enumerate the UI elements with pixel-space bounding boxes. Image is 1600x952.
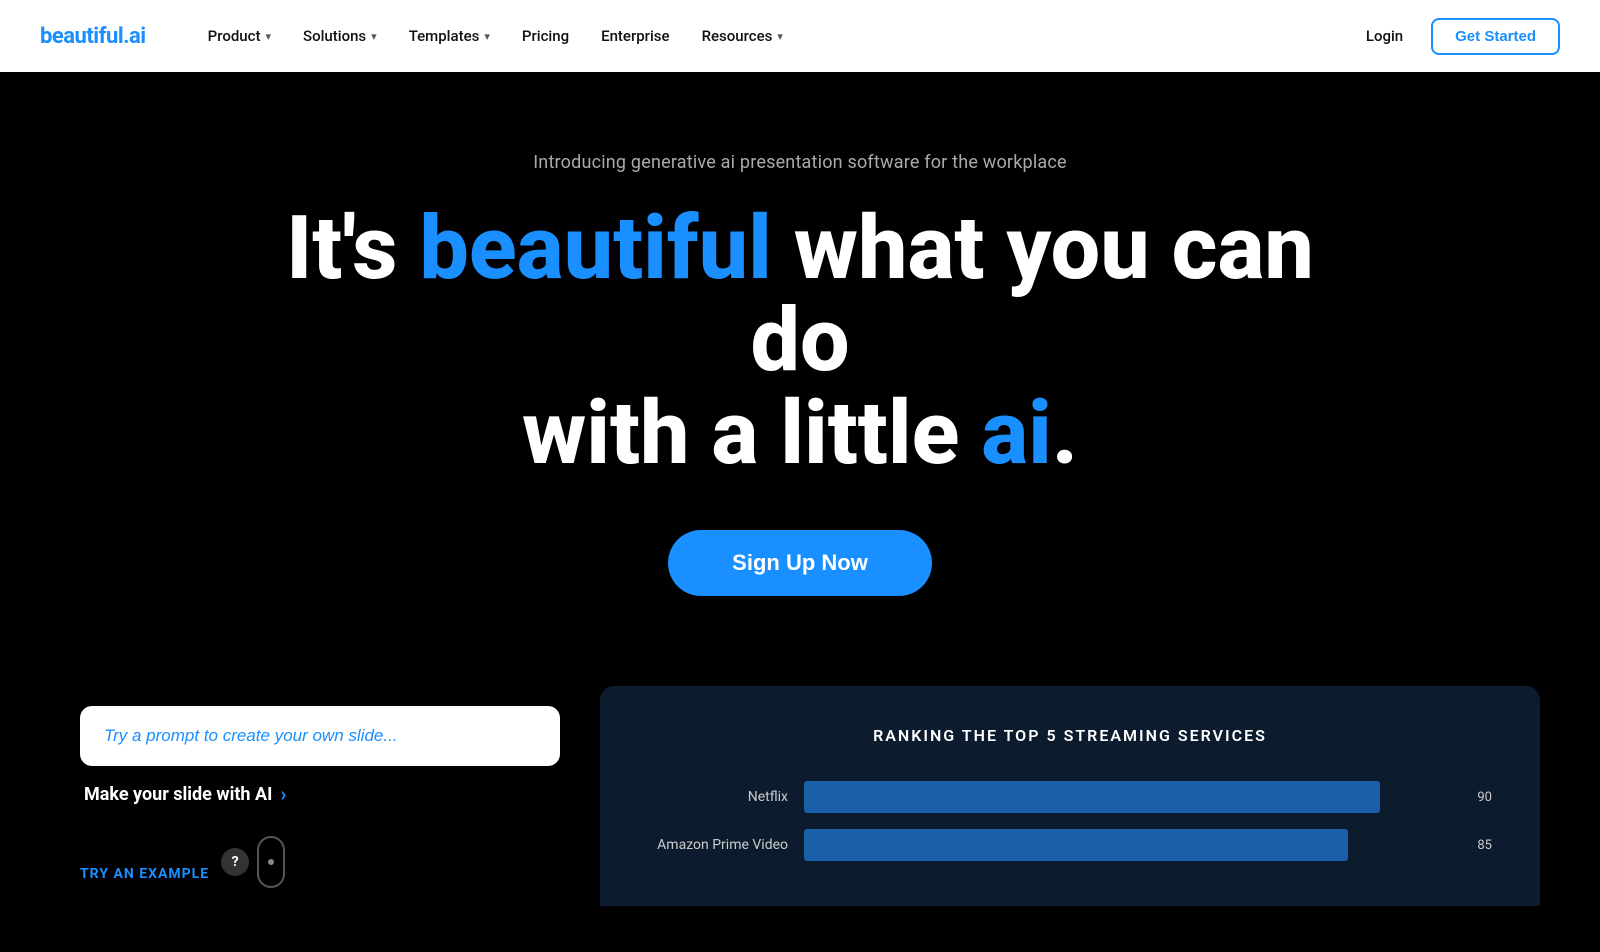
nav-solutions-label: Solutions	[303, 27, 366, 45]
make-slide-label: Make your slide with AI	[84, 784, 272, 805]
hero-title-part3: with a little	[522, 382, 981, 485]
login-button[interactable]: Login	[1350, 19, 1419, 53]
scroll-dot	[268, 859, 274, 865]
hero-title-ai: ai	[981, 382, 1052, 485]
nav-resources-label: Resources	[702, 27, 773, 45]
logo-ai: ai	[129, 24, 146, 49]
nav-item-templates[interactable]: Templates ▾	[395, 19, 504, 53]
get-started-button[interactable]: Get Started	[1431, 18, 1560, 55]
chart-bar-track-netflix	[804, 781, 1444, 813]
hero-title-part2: what you can do	[750, 197, 1313, 392]
chart-value-amazon: 85	[1460, 838, 1492, 853]
chart-title: RANKING THE TOP 5 STREAMING SERVICES	[648, 726, 1492, 745]
chart-rows: Netflix 90 Amazon Prime Video 85	[648, 781, 1492, 861]
hero-title-beautiful: beautiful	[419, 197, 771, 300]
ai-prompt-panel: Make your slide with AI › TRY AN EXAMPLE…	[80, 686, 560, 888]
help-icon[interactable]: ?	[221, 848, 249, 876]
chart-bar-track-amazon	[804, 829, 1444, 861]
scroll-indicator[interactable]	[257, 836, 285, 888]
chart-row-amazon: Amazon Prime Video 85	[648, 829, 1492, 861]
prompt-input-wrapper	[80, 706, 560, 766]
chart-value-netflix: 90	[1460, 790, 1492, 805]
chart-row-netflix: Netflix 90	[648, 781, 1492, 813]
hero-section: Introducing generative ai presentation s…	[0, 72, 1600, 686]
nav-product-label: Product	[208, 27, 261, 45]
bottom-row: TRY AN EXAMPLE ?	[80, 836, 560, 888]
chevron-down-icon: ▾	[265, 30, 271, 43]
logo-text: beautiful.ai	[40, 24, 146, 49]
chart-bar-amazon	[804, 829, 1348, 861]
hero-subtitle: Introducing generative ai presentation s…	[533, 152, 1067, 173]
chevron-down-icon: ▾	[777, 30, 783, 43]
nav-item-solutions[interactable]: Solutions ▾	[289, 19, 391, 53]
chart-label-netflix: Netflix	[648, 789, 788, 805]
nav-item-pricing[interactable]: Pricing	[508, 19, 583, 53]
hero-title: It's beautiful what you can do with a li…	[250, 203, 1350, 480]
try-example-link[interactable]: TRY AN EXAMPLE	[80, 866, 209, 882]
make-slide-button[interactable]: Make your slide with AI ›	[80, 782, 560, 806]
nav-item-resources[interactable]: Resources ▾	[688, 19, 797, 53]
arrow-right-icon: ›	[280, 782, 286, 806]
sign-up-now-button[interactable]: Sign Up Now	[668, 530, 932, 596]
nav-templates-label: Templates	[409, 27, 480, 45]
navbar: beautiful.ai Product ▾ Solutions ▾ Templ…	[0, 0, 1600, 72]
logo[interactable]: beautiful.ai	[40, 24, 146, 49]
nav-item-product[interactable]: Product ▾	[194, 19, 285, 53]
prompt-input[interactable]	[104, 726, 536, 746]
chart-panel: RANKING THE TOP 5 STREAMING SERVICES Net…	[600, 686, 1540, 906]
hero-title-end: .	[1052, 382, 1078, 485]
nav-enterprise-label: Enterprise	[601, 27, 669, 45]
chevron-down-icon: ▾	[371, 30, 377, 43]
bottom-section: Make your slide with AI › TRY AN EXAMPLE…	[0, 686, 1600, 906]
nav-item-enterprise[interactable]: Enterprise	[587, 19, 683, 53]
chart-label-amazon: Amazon Prime Video	[648, 837, 788, 853]
nav-actions: Login Get Started	[1350, 18, 1560, 55]
chart-bar-netflix	[804, 781, 1380, 813]
hero-title-part1: It's	[286, 197, 419, 300]
nav-pricing-label: Pricing	[522, 27, 569, 45]
chevron-down-icon: ▾	[484, 30, 490, 43]
nav-links: Product ▾ Solutions ▾ Templates ▾ Pricin…	[194, 19, 1350, 53]
